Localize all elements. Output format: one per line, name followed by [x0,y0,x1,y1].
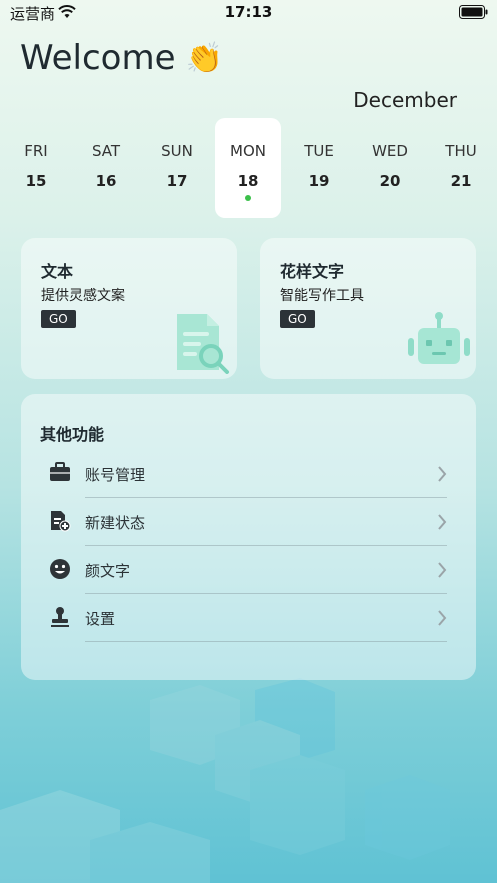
day-mon-selected[interactable]: MON 18 [215,118,281,218]
divider [85,641,447,642]
list-item-settings[interactable]: 设置 [49,596,447,642]
list-item-label: 颜文字 [85,562,131,580]
day-fri[interactable]: FRI 15 [3,118,69,218]
day-number: 16 [95,172,117,190]
day-of-week: FRI [24,142,48,160]
stamp-icon [51,607,69,627]
robot-icon [408,312,470,364]
day-of-week: WED [372,142,408,160]
day-tue[interactable]: TUE 19 [286,118,352,218]
chevron-right-icon [438,610,447,626]
day-number: 18 [237,172,259,190]
list-item-label: 新建状态 [85,514,146,532]
day-of-week: SAT [91,142,121,160]
day-number: 17 [166,172,188,190]
month-label: December [353,88,457,112]
divider [85,593,447,594]
day-number: 19 [308,172,330,190]
text-card[interactable]: 文本 提供灵感文案 GO [21,238,237,379]
card-title: 文本 [41,262,74,281]
list-item-account[interactable]: 账号管理 [49,452,447,498]
status-bar: 运营商 17:13 [0,0,497,26]
fancy-text-card[interactable]: 花样文字 智能写作工具 GO [260,238,476,379]
day-number: 15 [25,172,47,190]
event-dot [245,195,251,201]
go-button[interactable]: GO [41,310,76,328]
day-of-week: MON [230,142,266,160]
battery-icon [459,5,488,19]
clapping-hands-icon: 👏 [185,40,223,76]
card-title: 花样文字 [280,262,345,281]
welcome-text: Welcome [20,38,176,78]
clock: 17:13 [224,3,273,21]
chevron-right-icon [438,466,447,482]
list-item-emoticon[interactable]: 颜文字 [49,548,447,594]
document-search-icon [177,314,229,374]
day-sat[interactable]: SAT 16 [73,118,139,218]
day-wed[interactable]: WED 20 [357,118,423,218]
panel-title: 其他功能 [40,425,105,444]
briefcase-icon [50,462,70,481]
day-thu[interactable]: THU 21 [428,118,494,218]
smiley-icon [50,559,70,579]
new-document-icon [51,511,71,532]
divider [85,497,447,498]
chevron-right-icon [438,562,447,578]
chevron-right-icon [438,514,447,530]
list-item-label: 账号管理 [85,466,146,484]
welcome-heading: Welcome 👏 [20,38,223,78]
day-number: 21 [450,172,472,190]
card-subtitle: 智能写作工具 [280,288,364,304]
list-item-label: 设置 [85,610,116,628]
divider [85,545,447,546]
day-sun[interactable]: SUN 17 [144,118,210,218]
day-of-week: TUE [304,142,334,160]
card-subtitle: 提供灵感文案 [41,288,125,304]
go-button[interactable]: GO [280,310,315,328]
list-item-new-status[interactable]: 新建状态 [49,500,447,546]
week-strip: FRI 15 SAT 16 SUN 17 MON 18 TUE 19 WED 2… [0,118,497,218]
day-of-week: SUN [161,142,193,160]
other-functions-panel: 其他功能 账号管理 新建状态 颜文字 设置 [21,394,476,680]
day-number: 20 [379,172,401,190]
day-of-week: THU [445,142,477,160]
